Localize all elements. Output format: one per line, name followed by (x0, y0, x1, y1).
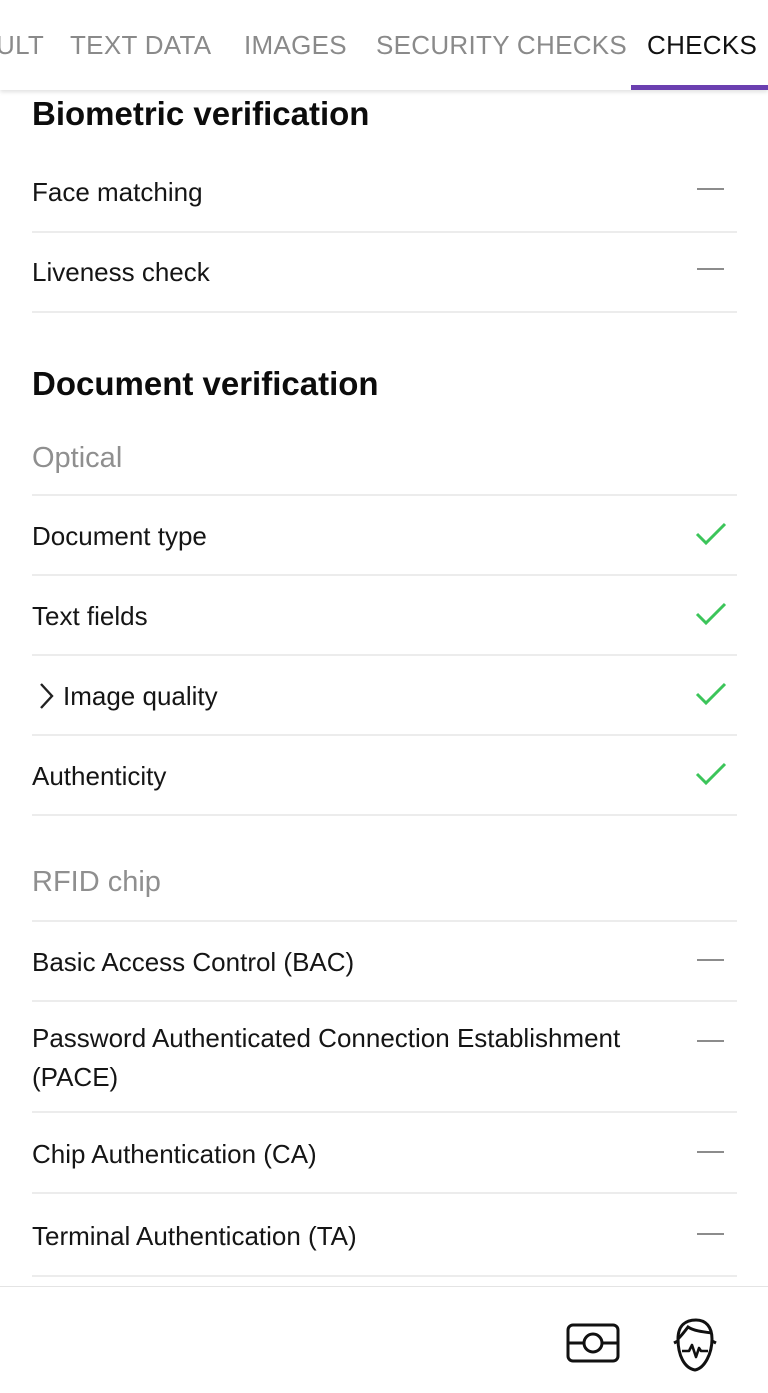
check-row-ta[interactable]: Terminal Authentication (TA) (32, 1195, 737, 1277)
check-label: Chip Authentication (CA) (32, 1139, 317, 1169)
not-performed-icon (695, 1218, 727, 1250)
tab-text-data[interactable]: TEXT DATA (70, 0, 211, 90)
check-passed-icon (695, 602, 727, 626)
check-row-pace[interactable]: Password Authenticated Connection Establ… (32, 1003, 737, 1113)
check-row-ca[interactable]: Chip Authentication (CA) (32, 1114, 737, 1194)
check-label: Password Authenticated Connection Establ… (32, 1023, 621, 1092)
document-section-title: Document verification (32, 365, 379, 402)
not-performed-icon (695, 253, 727, 285)
check-row-bac[interactable]: Basic Access Control (BAC) (32, 922, 737, 1002)
bottom-bar (0, 1286, 768, 1393)
group-header-optical: Optical (32, 430, 737, 496)
tab-bar: ULT TEXT DATA IMAGES SECURITY CHECKS CHE… (0, 0, 768, 90)
check-label: Liveness check (32, 257, 210, 287)
not-performed-icon (695, 944, 727, 976)
tab-checks[interactable]: CHECKS (647, 0, 757, 90)
check-label: Document type (32, 521, 207, 551)
check-row-document-type[interactable]: Document type (32, 496, 737, 576)
check-passed-icon (695, 522, 727, 546)
check-row-face-matching[interactable]: Face matching (32, 153, 737, 233)
check-label: Basic Access Control (BAC) (32, 947, 355, 977)
check-row-liveness[interactable]: Liveness check (32, 233, 737, 313)
check-label: Authenticity (32, 761, 167, 791)
check-passed-icon (695, 682, 727, 706)
active-tab-indicator (631, 85, 768, 90)
face-liveness-icon[interactable] (670, 1317, 718, 1373)
tab-images[interactable]: IMAGES (244, 0, 347, 90)
rfid-group-title: RFID chip (32, 866, 161, 898)
optical-group-title: Optical (32, 442, 123, 474)
check-row-image-quality[interactable]: Image quality (32, 656, 737, 736)
tab-security-checks[interactable]: SECURITY CHECKS (376, 0, 627, 90)
chevron-right-icon[interactable] (38, 682, 54, 710)
not-performed-icon (695, 173, 727, 205)
biometric-section-title: Biometric verification (32, 95, 370, 132)
check-row-text-fields[interactable]: Text fields (32, 576, 737, 656)
tab-result[interactable]: ULT (0, 0, 44, 90)
check-passed-icon (695, 762, 727, 786)
check-label: Image quality (63, 681, 218, 711)
group-header-rfid: RFID chip (32, 850, 737, 922)
check-row-authenticity[interactable]: Authenticity (32, 736, 737, 816)
check-label: Face matching (32, 177, 203, 207)
check-label: Terminal Authentication (TA) (32, 1221, 357, 1251)
document-scan-icon[interactable] (566, 1323, 620, 1363)
checks-content: Biometric verification Face matching Liv… (0, 90, 768, 1286)
not-performed-icon (695, 1136, 727, 1168)
check-label: Text fields (32, 601, 148, 631)
not-performed-icon (695, 1025, 727, 1057)
